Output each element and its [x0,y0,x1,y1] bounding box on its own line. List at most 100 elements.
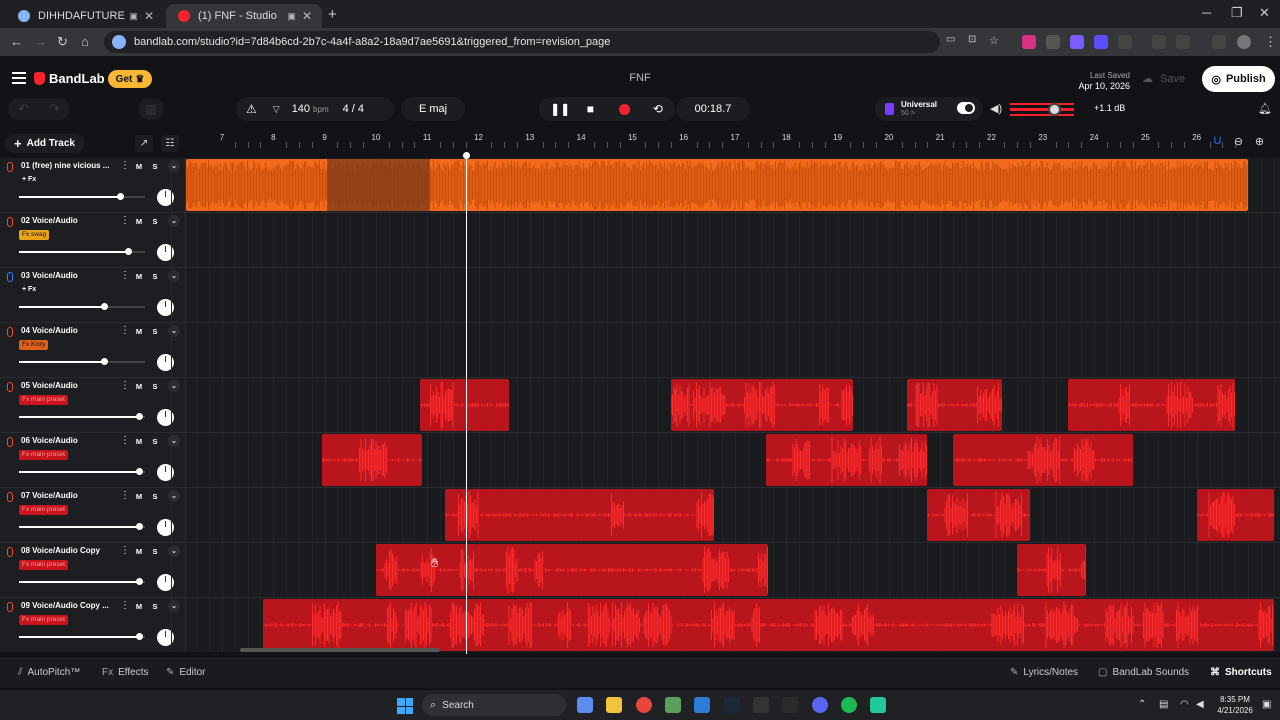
save-button[interactable]: ☁ Save [1142,72,1185,85]
track-header[interactable]: 08 Voice/Audio Copy Fx main preset ⋮ M S… [0,543,186,597]
browser-tab-studio[interactable]: (1) FNF - Studio ▣ ✕ [166,4,322,28]
audio-clip[interactable] [927,489,1030,541]
audio-clip[interactable] [670,379,853,431]
track-fx-badge[interactable]: Fx main preset [19,450,68,460]
track-name[interactable]: 05 Voice/Audio [21,381,117,390]
tab-close-icon[interactable]: ✕ [302,9,312,23]
track-fx-badge[interactable]: Fx main preset [19,395,68,405]
photos-app-icon[interactable] [665,697,681,713]
track-header[interactable]: 07 Voice/Audio Fx main preset ⋮ M S ⌄ [0,488,186,542]
solo-button[interactable]: S [150,492,160,502]
track-fx-badge[interactable]: Fx swag [19,230,50,240]
track-lane[interactable] [170,268,1280,322]
audio-clip[interactable] [1196,489,1274,541]
profile-avatar[interactable] [1237,35,1251,49]
playhead[interactable] [463,152,470,654]
track-volume-track[interactable] [103,306,145,308]
audio-clip[interactable] [322,434,423,486]
track-lane[interactable] [170,158,1280,212]
new-tab-plus-icon[interactable]: + [328,6,337,23]
tray-app-icon[interactable]: ▤ [1159,699,1168,710]
microphone-icon[interactable] [7,492,13,502]
extension-icon[interactable] [1070,35,1084,49]
track-fx-badge[interactable]: + Fx [19,285,39,295]
track-header[interactable]: 04 Voice/Audio Fx Kozy ⋮ M S ⌄ [0,323,186,377]
track-options-icon[interactable]: ⋮ [120,215,130,226]
time-signature[interactable]: 4 / 4 [343,103,364,115]
microphone-icon[interactable] [7,272,13,282]
bandlab-sounds-button[interactable]: ▢ BandLab Sounds [1098,667,1189,678]
reload-icon[interactable]: ↻ [57,34,68,50]
cast-icon[interactable]: ▭ [946,34,955,45]
track-options-icon[interactable]: ⋮ [120,490,130,501]
track-volume-handle[interactable] [135,523,143,530]
window-minimize-icon[interactable]: ─ [1202,5,1211,20]
track-volume-handle[interactable] [135,633,143,640]
track-volume-handle[interactable] [135,468,143,475]
mute-button[interactable]: M [134,547,144,557]
notification-bell-icon[interactable]: 🔔︎ [1258,102,1272,115]
audio-clip[interactable] [953,434,1133,486]
track-name[interactable]: 09 Voice/Audio Copy ... [21,601,117,610]
microphone-icon[interactable] [7,437,13,447]
extension-icon[interactable] [1094,35,1108,49]
record-icon[interactable] [618,103,630,115]
epic-games-icon[interactable] [753,697,769,713]
mixer-settings-icon[interactable]: ☷ [161,135,179,152]
audio-clip[interactable] [419,379,510,431]
horizontal-scrollbar[interactable] [240,648,440,652]
windows-start-icon[interactable] [397,698,413,714]
forward-arrow-icon[interactable]: → [34,34,47,49]
project-title[interactable]: FNF [600,72,680,84]
key-button[interactable]: E maj [401,97,465,121]
discord-icon[interactable] [812,697,828,713]
taskbar-clock[interactable]: 8:35 PM 4/21/2026 [1212,694,1258,716]
track-header[interactable]: 09 Voice/Audio Copy ... Fx main preset ⋮… [0,598,186,652]
track-name[interactable]: 08 Voice/Audio Copy [21,546,117,555]
microphone-icon[interactable] [7,602,13,612]
master-volume-slider[interactable] [1010,108,1074,111]
solo-button[interactable]: S [150,327,160,337]
window-close-icon[interactable]: ✕ [1259,5,1270,21]
notifications-icon[interactable]: ▣ [1262,699,1271,710]
bandlab-logo[interactable]: BandLab [34,71,105,86]
browser-tab-dihhdafuture[interactable]: DIHHDAFUTURE ▣ ✕ [6,4,164,28]
extension-icon[interactable] [1022,35,1036,49]
mute-button[interactable]: M [134,437,144,447]
track-options-icon[interactable]: ⋮ [120,160,130,171]
solo-button[interactable]: S [150,547,160,557]
get-membership-button[interactable]: Get ♛ [108,70,152,88]
settings-app-icon[interactable] [577,697,593,713]
tab-close-icon[interactable]: ✕ [144,9,154,23]
bookmark-star-icon[interactable]: ☆ [989,34,999,47]
wifi-icon[interactable]: ◠ [1180,699,1189,710]
address-bar[interactable]: bandlab.com/studio?id=7d84b6cd-2b7c-4a4f… [104,31,940,53]
track-name[interactable]: 04 Voice/Audio [21,326,117,335]
track-fx-badge[interactable]: + Fx [19,175,39,185]
metronome-icon[interactable]: ⚠ [246,102,257,116]
solo-button[interactable]: S [150,437,160,447]
track-volume-handle[interactable] [135,413,143,420]
track-volume-track[interactable] [120,196,145,198]
extension-icon[interactable] [1046,35,1060,49]
zoom-out-icon[interactable]: ⊖ [1228,135,1249,153]
track-name[interactable]: 01 (free) nine vicious ... [21,161,117,170]
track-fx-badge[interactable]: Fx main preset [19,505,68,515]
microphone-icon[interactable] [7,217,13,227]
zoom-in-icon[interactable]: ⊕ [1249,135,1270,153]
lyrics-notes-button[interactable]: ✎ Lyrics/Notes [1010,667,1078,678]
editor-button[interactable]: ✎ Editor [166,667,206,678]
track-lane[interactable] [170,323,1280,377]
track-volume-handle[interactable] [125,248,133,255]
mute-button[interactable]: M [134,162,144,172]
track-lane[interactable] [170,543,1280,597]
track-options-icon[interactable]: ⋮ [120,380,130,391]
automation-icon[interactable]: ↗ [135,135,153,152]
audio-clip[interactable] [445,489,715,541]
track-volume-track[interactable] [103,361,145,363]
track-volume-handle[interactable] [117,193,125,200]
mute-button[interactable]: M [134,492,144,502]
track-volume-handle[interactable] [100,303,108,310]
audio-clip[interactable] [765,434,928,486]
taskbar-search[interactable]: ⌕ Search [422,694,566,716]
